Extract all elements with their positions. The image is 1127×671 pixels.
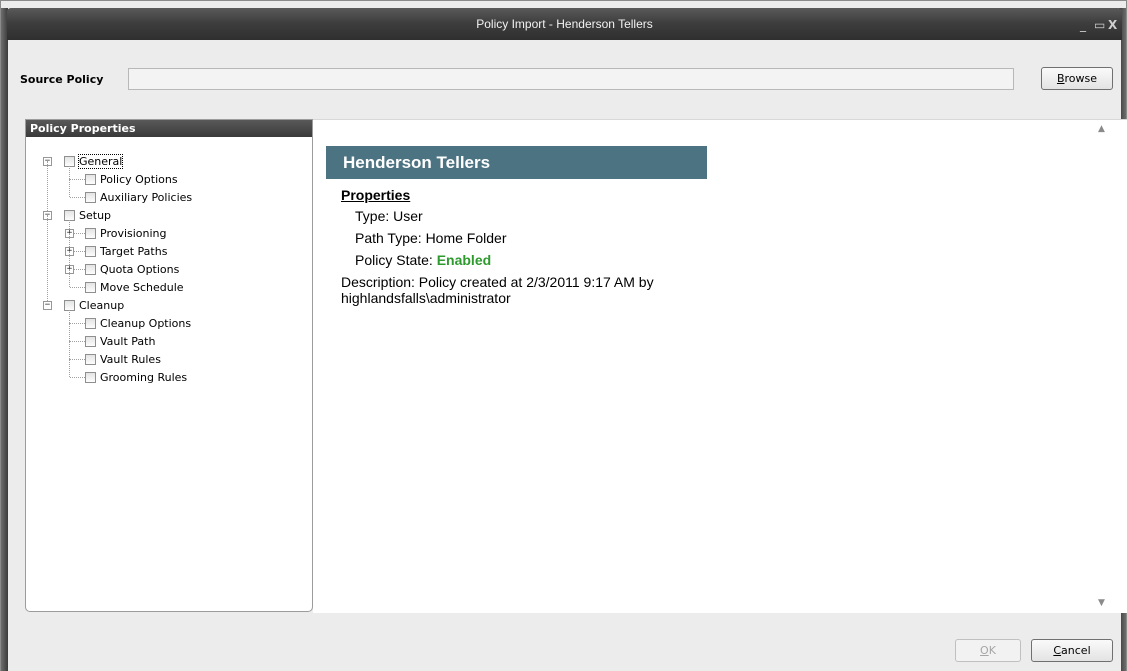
tree-item-policy-options[interactable]: Policy Options [100,172,178,188]
cancel-accelerator: C [1053,644,1062,657]
tree-item-provisioning[interactable]: Provisioning [100,226,167,242]
tree-item-label: Provisioning [100,227,167,240]
tree-item-grooming-rules[interactable]: Grooming Rules [100,370,187,386]
description: Description: Policy created at 2/3/2011 … [341,274,701,306]
scroll-down-icon[interactable]: ▼ [1098,598,1105,608]
close-icon[interactable]: X [1108,18,1117,32]
tree-connector [69,341,70,359]
tree-connector [70,359,85,360]
details-pane [313,119,1127,613]
cancel-label: ancel [1061,644,1091,657]
tree-item-label: Move Schedule [100,281,184,294]
window-frame-left [1,8,8,671]
tree-item-label: Grooming Rules [100,371,188,384]
tree-item-label: Quota Options [100,263,180,276]
tree-item-setup[interactable]: Setup [79,208,111,224]
tree-connector [70,341,85,342]
checkbox-target-paths[interactable] [85,246,96,257]
tree-item-label: Auxiliary Policies [100,191,193,204]
source-policy-label: Source Policy [20,73,104,86]
checkbox-grooming-rules[interactable] [85,372,96,383]
checkbox-vault-path[interactable] [85,336,96,347]
checkbox-vault-rules[interactable] [85,354,96,365]
policy-properties-panel: Policy Properties − General Policy Options… [25,119,313,612]
tree-connector [70,179,85,180]
tree-item-vault-rules[interactable]: Vault Rules [100,352,161,368]
ok-label: K [988,644,996,657]
tree-item-cleanup-options[interactable]: Cleanup Options [100,316,191,332]
tree-connector [69,179,70,197]
path-type-value: Path Type: Home Folder [355,230,507,246]
tree-item-target-paths[interactable]: Target Paths [100,244,167,260]
cancel-button[interactable]: Cancel [1031,639,1113,662]
tree-item-quota-options[interactable]: Quota Options [100,262,179,278]
tree-item-label: Vault Path [100,335,156,348]
tree-connector [69,310,70,323]
tree-item-auxiliary-policies[interactable]: Auxiliary Policies [100,190,192,206]
type-value: Type: User [355,208,423,224]
checkbox-quota-options[interactable] [85,264,96,275]
tree-connector [69,166,70,179]
window-title: Policy Import - Henderson Tellers [476,17,653,31]
title-bar[interactable]: Policy Import - Henderson Tellers _ ▭ X [7,8,1122,40]
tree-item-general[interactable]: General [77,154,124,170]
browse-accelerator: B [1056,72,1065,85]
browse-label: rowse [1064,72,1098,85]
tree-item-move-schedule[interactable]: Move Schedule [100,280,184,296]
policy-state-label: Policy State: [355,252,437,268]
tree-connector [47,215,48,305]
tree-item-label: Cleanup Options [100,317,192,330]
policy-import-window: Policy Import - Henderson Tellers _ ▭ X … [0,0,1127,671]
checkbox-auxiliary-policies[interactable] [85,192,96,203]
tree-item-label: Policy Options [100,173,178,186]
tree-connector [69,323,70,341]
tree-connector [47,161,48,215]
tree-item-label: General [77,154,124,169]
checkbox-policy-options[interactable] [85,174,96,185]
ok-button[interactable]: OK [955,639,1021,662]
tree-item-vault-path[interactable]: Vault Path [100,334,155,350]
description-line-1: Description: Policy created at 2/3/2011 … [341,274,654,290]
policy-state-value: Enabled [436,252,492,268]
checkbox-provisioning[interactable] [85,228,96,239]
description-line-2: highlandsfalls\administrator [341,290,511,306]
checkbox-cleanup-options[interactable] [85,318,96,329]
panel-header: Policy Properties [26,120,312,137]
minimize-icon[interactable]: _ [1080,18,1086,32]
tree-connector [69,359,70,377]
tree-item-label: Vault Rules [100,353,161,366]
policy-state: Policy State: Enabled [355,252,491,268]
checkbox-move-schedule[interactable] [85,282,96,293]
tree-connector [70,377,85,378]
policy-name-banner: Henderson Tellers [326,146,707,179]
tree-connector [69,269,70,287]
properties-heading: Properties [341,187,411,203]
maximize-icon[interactable]: ▭ [1094,18,1105,32]
tree-item-label: Target Paths [100,245,168,258]
ok-accelerator: O [980,644,989,657]
tree-item-cleanup[interactable]: Cleanup [79,298,124,314]
collapse-icon[interactable]: − [43,301,52,310]
tree-item-label: Cleanup [79,299,125,312]
tree-connector [70,197,85,198]
scroll-up-icon[interactable]: ▲ [1098,124,1105,134]
tree-item-label: Setup [79,209,112,222]
tree-connector [70,287,85,288]
browse-button[interactable]: Browse [1041,67,1113,90]
source-policy-input[interactable] [128,68,1014,90]
tree-connector [70,323,85,324]
